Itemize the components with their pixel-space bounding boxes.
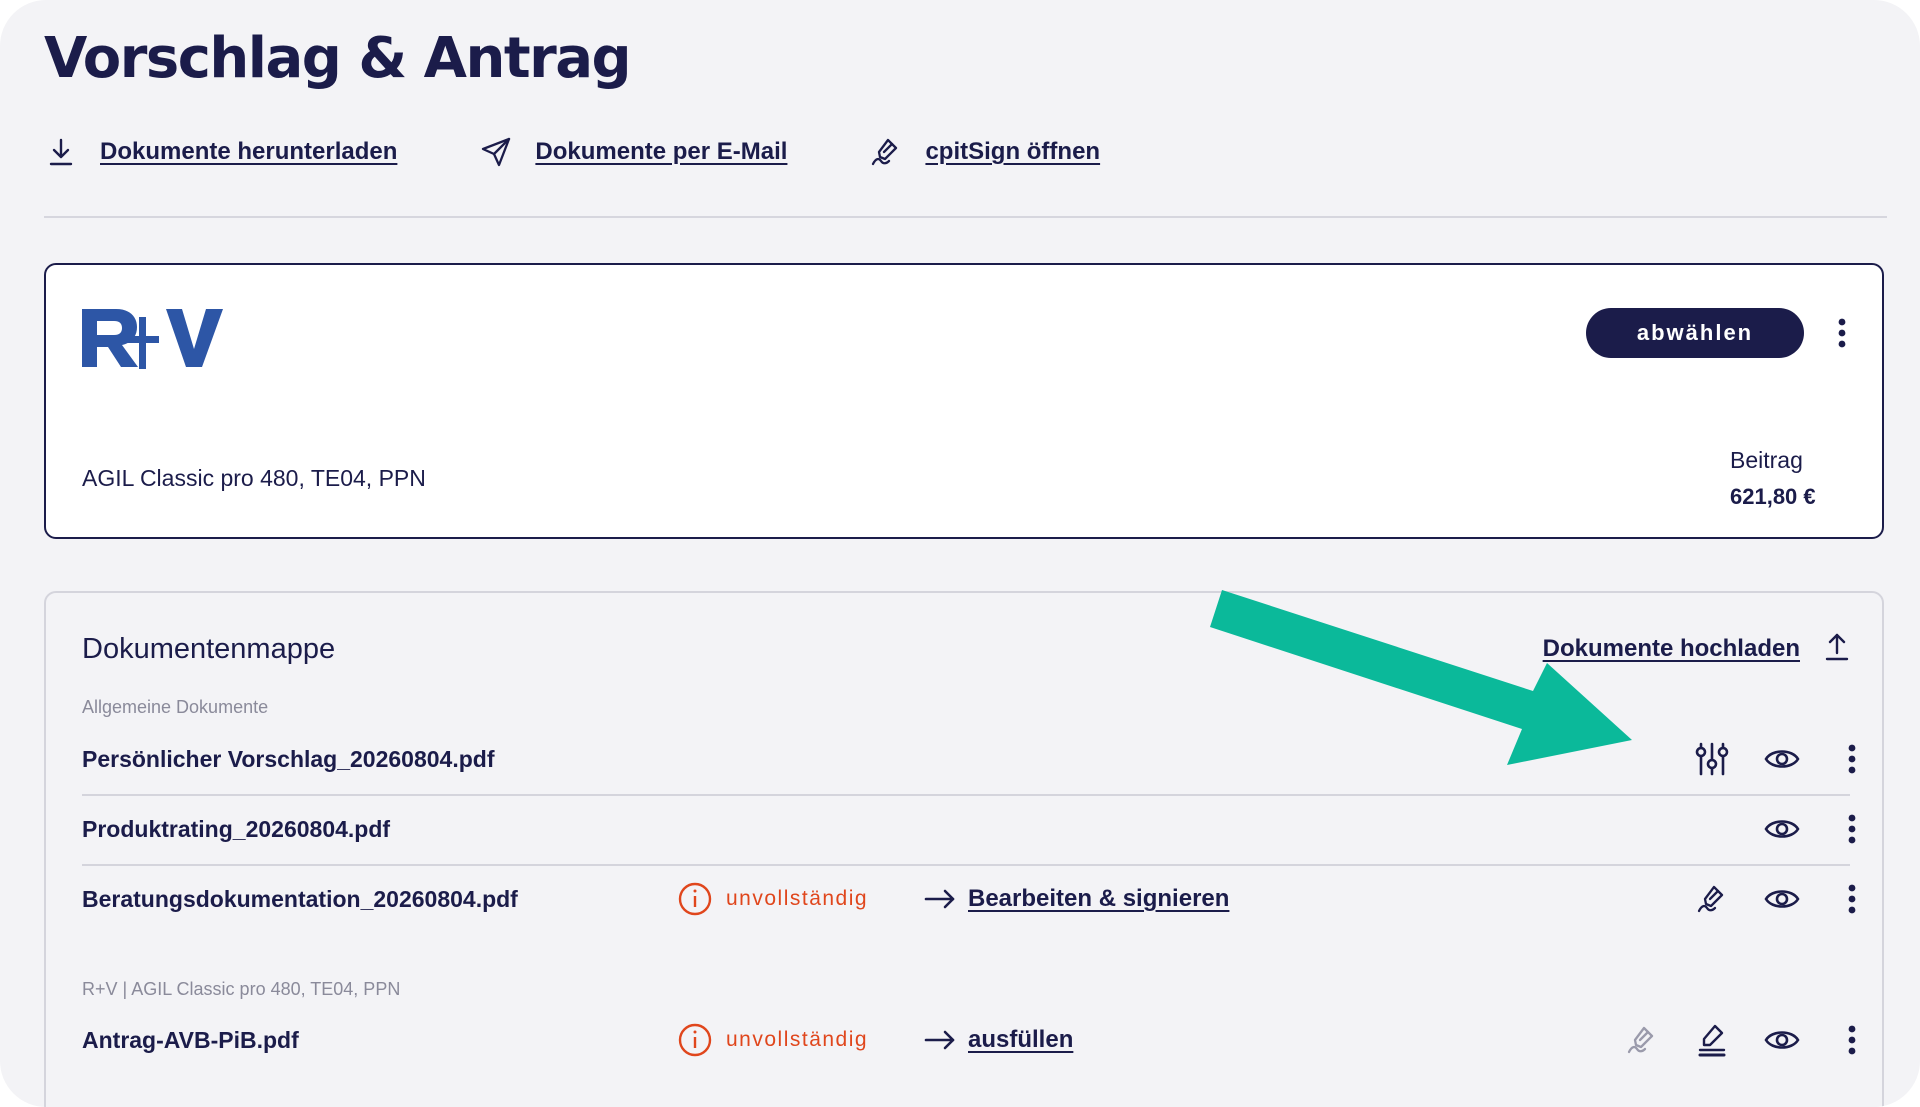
eye-icon[interactable] — [1764, 741, 1800, 777]
info-icon — [678, 1023, 712, 1057]
email-documents-label: Dokumente per E-Mail — [535, 138, 788, 165]
info-icon — [678, 882, 712, 916]
fill-form-icon[interactable] — [1694, 1022, 1730, 1058]
fill-in-link[interactable]: ausfüllen — [924, 1023, 1073, 1057]
section-divider — [44, 216, 1887, 218]
send-icon — [479, 135, 513, 169]
deselect-button[interactable]: abwählen — [1586, 308, 1804, 358]
rv-logo — [82, 309, 224, 374]
edit-and-sign-label: Bearbeiten & signieren — [968, 885, 1230, 912]
callout-arrow-icon — [1210, 590, 1650, 785]
group-label-product: R+V | AGIL Classic pro 480, TE04, PPN — [82, 979, 401, 999]
upload-icon — [1824, 631, 1850, 666]
document-row: Produktrating_20260804.pdf — [82, 794, 1856, 866]
more-options-icon[interactable] — [1834, 881, 1870, 917]
eye-icon[interactable] — [1764, 811, 1800, 847]
document-folder-title: Dokumentenmappe — [82, 633, 336, 665]
action-bar: Dokumente herunterladen Dokumente per E-… — [44, 132, 1182, 172]
more-options-icon[interactable] — [1830, 315, 1854, 351]
status-badge: unvollständig — [678, 1023, 868, 1057]
eye-icon[interactable] — [1764, 881, 1800, 917]
download-icon — [44, 135, 78, 169]
download-documents-label: Dokumente herunterladen — [100, 138, 398, 165]
document-row: Antrag-AVB-PiB.pdf unvollständig ausfüll… — [82, 1005, 1856, 1075]
group-label-general: Allgemeine Dokumente — [82, 697, 269, 717]
more-options-icon[interactable] — [1834, 1022, 1870, 1058]
document-name[interactable]: Persönlicher Vorschlag_20260804.pdf — [82, 724, 495, 794]
open-cpitsign-link[interactable]: cpitSign öffnen — [869, 135, 1100, 169]
eye-icon[interactable] — [1764, 1022, 1800, 1058]
document-name[interactable]: Antrag-AVB-PiB.pdf — [82, 1005, 299, 1075]
offer-card: abwählen AGIL Classic pro 480, TE04, PPN… — [44, 263, 1884, 539]
sign-pen-icon — [869, 135, 903, 169]
document-row: Beratungsdokumentation_20260804.pdf unvo… — [82, 864, 1856, 934]
sign-pen-icon[interactable] — [1694, 881, 1730, 917]
fill-in-label: ausfüllen — [968, 1026, 1074, 1053]
product-name: AGIL Classic pro 480, TE04, PPN — [82, 465, 426, 491]
arrow-right-icon — [924, 1030, 955, 1050]
email-documents-link[interactable]: Dokumente per E-Mail — [479, 135, 787, 169]
page-title: Vorschlag & Antrag — [44, 26, 632, 91]
status-badge: unvollständig — [678, 882, 868, 916]
status-label: unvollständig — [726, 1028, 869, 1051]
premium-label: Beitrag — [1730, 447, 1803, 473]
download-documents-link[interactable]: Dokumente herunterladen — [44, 135, 397, 169]
edit-and-sign-link[interactable]: Bearbeiten & signieren — [924, 882, 1229, 916]
sign-pen-icon-disabled — [1624, 1022, 1660, 1058]
document-name[interactable]: Produktrating_20260804.pdf — [82, 794, 390, 864]
status-label: unvollständig — [726, 887, 869, 910]
document-name[interactable]: Beratungsdokumentation_20260804.pdf — [82, 864, 518, 934]
arrow-right-icon — [924, 889, 955, 909]
app-frame: Vorschlag & Antrag Dokumente herunterlad… — [0, 0, 1920, 1107]
more-options-icon[interactable] — [1834, 811, 1870, 847]
premium-value: 621,80 € — [1730, 484, 1816, 509]
sliders-icon[interactable] — [1694, 741, 1730, 777]
open-cpitsign-label: cpitSign öffnen — [925, 138, 1101, 165]
more-options-icon[interactable] — [1834, 741, 1870, 777]
